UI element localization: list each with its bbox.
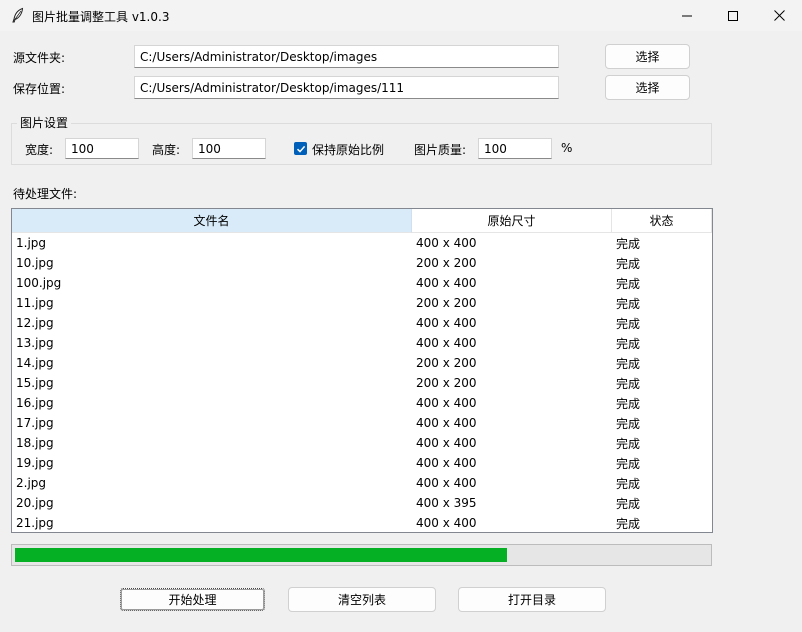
cell-filename: 11.jpg bbox=[16, 296, 54, 310]
cell-status: 完成 bbox=[616, 316, 641, 331]
table-row[interactable]: 19.jpg 400 x 400 完成 bbox=[12, 453, 712, 473]
table-row[interactable]: 21.jpg 400 x 400 完成 bbox=[12, 513, 712, 532]
width-label: 宽度: bbox=[25, 143, 54, 157]
checkmark-icon bbox=[296, 145, 305, 153]
maximize-icon bbox=[728, 10, 738, 21]
quality-input[interactable] bbox=[478, 138, 552, 159]
quality-label: 图片质量: bbox=[414, 143, 467, 157]
close-button[interactable] bbox=[756, 0, 802, 31]
cell-filename: 18.jpg bbox=[16, 436, 54, 450]
cell-size: 400 x 400 bbox=[416, 436, 477, 450]
cell-status: 完成 bbox=[616, 236, 641, 251]
cell-status: 完成 bbox=[616, 436, 641, 451]
cell-filename: 15.jpg bbox=[16, 376, 54, 390]
clear-list-button[interactable]: 清空列表 bbox=[288, 587, 436, 612]
table-row[interactable]: 15.jpg 200 x 200 完成 bbox=[12, 373, 712, 393]
title-bar: 图片批量调整工具 v1.0.3 bbox=[0, 0, 802, 31]
cell-size: 400 x 400 bbox=[416, 336, 477, 350]
table-row[interactable]: 14.jpg 200 x 200 完成 bbox=[12, 353, 712, 373]
cell-size: 400 x 400 bbox=[416, 516, 477, 530]
keep-ratio-label[interactable]: 保持原始比例 bbox=[312, 141, 384, 158]
column-header-status[interactable]: 状态 bbox=[612, 209, 712, 233]
save-location-label: 保存位置: bbox=[13, 82, 66, 96]
cell-size: 200 x 200 bbox=[416, 356, 477, 370]
keep-ratio-checkbox[interactable] bbox=[294, 142, 307, 155]
open-directory-button[interactable]: 打开目录 bbox=[458, 587, 606, 612]
cell-size: 200 x 200 bbox=[416, 256, 477, 270]
table-header: 文件名 原始尺寸 状态 bbox=[12, 209, 712, 233]
table-row[interactable]: 10.jpg 200 x 200 完成 bbox=[12, 253, 712, 273]
table-row[interactable]: 18.jpg 400 x 400 完成 bbox=[12, 433, 712, 453]
cell-filename: 17.jpg bbox=[16, 416, 54, 430]
quality-unit: % bbox=[561, 141, 573, 155]
cell-filename: 14.jpg bbox=[16, 356, 54, 370]
cell-size: 400 x 400 bbox=[416, 276, 477, 290]
cell-size: 400 x 400 bbox=[416, 396, 477, 410]
cell-status: 完成 bbox=[616, 476, 641, 491]
cell-size: 400 x 400 bbox=[416, 476, 477, 490]
height-input[interactable] bbox=[192, 138, 266, 159]
table-row[interactable]: 1.jpg 400 x 400 完成 bbox=[12, 233, 712, 253]
start-processing-button[interactable]: 开始处理 bbox=[120, 588, 265, 611]
cell-filename: 12.jpg bbox=[16, 316, 54, 330]
source-select-button[interactable]: 选择 bbox=[605, 44, 690, 69]
height-label: 高度: bbox=[152, 143, 181, 157]
cell-status: 完成 bbox=[616, 396, 641, 411]
table-row[interactable]: 16.jpg 400 x 400 完成 bbox=[12, 393, 712, 413]
source-folder-input[interactable] bbox=[134, 45, 559, 68]
cell-size: 400 x 400 bbox=[416, 236, 477, 250]
cell-status: 完成 bbox=[616, 356, 641, 371]
cell-size: 400 x 395 bbox=[416, 496, 477, 510]
table-row[interactable]: 100.jpg 400 x 400 完成 bbox=[12, 273, 712, 293]
window-title: 图片批量调整工具 v1.0.3 bbox=[32, 10, 170, 24]
progress-bar-fill bbox=[15, 548, 507, 562]
cell-size: 200 x 200 bbox=[416, 376, 477, 390]
minimize-button[interactable] bbox=[664, 0, 710, 31]
cell-filename: 10.jpg bbox=[16, 256, 54, 270]
feather-icon bbox=[12, 7, 24, 23]
cell-size: 400 x 400 bbox=[416, 416, 477, 430]
cell-filename: 2.jpg bbox=[16, 476, 47, 490]
column-header-filename[interactable]: 文件名 bbox=[12, 209, 412, 233]
cell-status: 完成 bbox=[616, 376, 641, 391]
table-row[interactable]: 12.jpg 400 x 400 完成 bbox=[12, 313, 712, 333]
minimize-icon bbox=[682, 15, 692, 16]
file-list-label: 待处理文件: bbox=[13, 187, 78, 201]
table-row[interactable]: 13.jpg 400 x 400 完成 bbox=[12, 333, 712, 353]
table-row[interactable]: 11.jpg 200 x 200 完成 bbox=[12, 293, 712, 313]
cell-filename: 20.jpg bbox=[16, 496, 54, 510]
cell-filename: 21.jpg bbox=[16, 516, 54, 530]
image-settings-title: 图片设置 bbox=[17, 114, 72, 131]
cell-status: 完成 bbox=[616, 416, 641, 431]
cell-size: 200 x 200 bbox=[416, 296, 477, 310]
cell-status: 完成 bbox=[616, 256, 641, 271]
cell-filename: 1.jpg bbox=[16, 236, 47, 250]
cell-status: 完成 bbox=[616, 496, 641, 511]
maximize-button[interactable] bbox=[710, 0, 756, 31]
cell-status: 完成 bbox=[616, 516, 641, 531]
cell-status: 完成 bbox=[616, 336, 641, 351]
source-folder-label: 源文件夹: bbox=[13, 51, 66, 65]
table-row[interactable]: 17.jpg 400 x 400 完成 bbox=[12, 413, 712, 433]
table-body: 1.jpg 400 x 400 完成 10.jpg 200 x 200 完成 100.jpg… bbox=[12, 233, 712, 532]
width-input[interactable] bbox=[65, 138, 139, 159]
file-table[interactable]: 文件名 原始尺寸 状态 1.jpg 400 x 400 完成 10.jpg 200 x … bbox=[11, 208, 713, 533]
close-icon bbox=[773, 10, 785, 21]
table-row[interactable]: 2.jpg 400 x 400 完成 bbox=[12, 473, 712, 493]
table-row[interactable]: 20.jpg 400 x 395 完成 bbox=[12, 493, 712, 513]
cell-filename: 16.jpg bbox=[16, 396, 54, 410]
save-location-input[interactable] bbox=[134, 76, 559, 99]
save-select-button[interactable]: 选择 bbox=[605, 75, 690, 100]
column-header-size[interactable]: 原始尺寸 bbox=[412, 209, 612, 233]
cell-size: 400 x 400 bbox=[416, 456, 477, 470]
cell-status: 完成 bbox=[616, 276, 641, 291]
cell-status: 完成 bbox=[616, 456, 641, 471]
cell-filename: 13.jpg bbox=[16, 336, 54, 350]
progress-bar bbox=[11, 544, 712, 566]
cell-status: 完成 bbox=[616, 296, 641, 311]
cell-filename: 19.jpg bbox=[16, 456, 54, 470]
cell-filename: 100.jpg bbox=[16, 276, 62, 290]
cell-size: 400 x 400 bbox=[416, 316, 477, 330]
